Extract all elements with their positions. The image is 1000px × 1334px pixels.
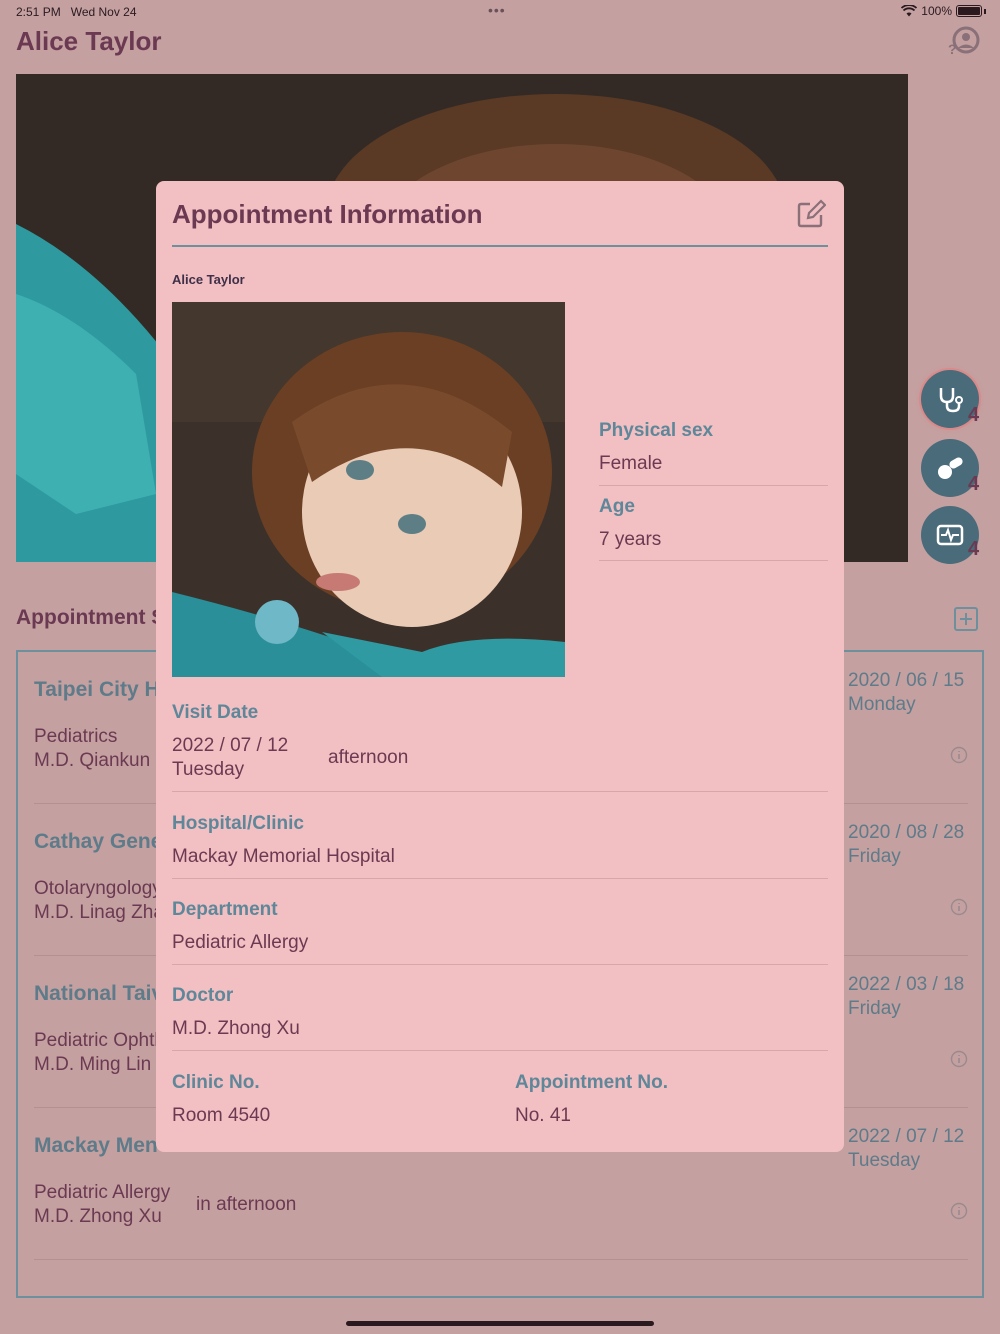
row-hospital: Mackay Men <box>34 1134 158 1157</box>
info-icon[interactable] <box>950 1202 968 1220</box>
info-icon[interactable] <box>950 746 968 764</box>
hospital-value: Mackay Memorial Hospital <box>172 846 395 867</box>
add-appointment-icon[interactable] <box>953 606 979 632</box>
row-weekday: Friday <box>848 846 901 867</box>
svg-text:?: ? <box>948 41 957 56</box>
edit-icon[interactable] <box>796 199 826 229</box>
row-hospital: Cathay Gene <box>34 830 163 853</box>
row-department: Pediatric Allergy <box>34 1182 171 1203</box>
patient-name: Alice Taylor <box>172 272 245 287</box>
battery-percent: 100% <box>921 4 952 18</box>
multitasking-dots[interactable]: ••• <box>488 2 506 18</box>
visit-date-value: 2022 / 07 / 12 <box>172 735 289 756</box>
heart-monitor-count: 4 <box>968 538 980 560</box>
pills-count: 4 <box>968 473 980 495</box>
visit-period-value: afternoon <box>328 747 409 768</box>
row-period: in afternoon <box>196 1194 297 1215</box>
visit-date-label: Visit Date <box>172 702 259 723</box>
home-indicator[interactable] <box>346 1321 654 1326</box>
row-doctor: M.D. Zhong Xu <box>34 1206 162 1227</box>
clinic-value: Room 4540 <box>172 1105 271 1126</box>
row-weekday: Monday <box>848 694 916 715</box>
wifi-icon <box>901 5 918 17</box>
profile-help-icon[interactable]: ? <box>946 26 982 56</box>
row-date: 2020 / 06 / 15 <box>848 670 965 691</box>
status-right: 100% <box>901 4 986 18</box>
row-weekday: Friday <box>848 998 901 1019</box>
hospital-label: Hospital/Clinic <box>172 813 304 834</box>
heart-monitor-icon <box>936 524 964 546</box>
row-weekday: Tuesday <box>848 1150 921 1171</box>
info-icon[interactable] <box>950 1050 968 1068</box>
row-date: 2022 / 03 / 18 <box>848 974 965 995</box>
battery-icon <box>956 5 982 17</box>
department-value: Pediatric Allergy <box>172 932 309 953</box>
row-department: Otolaryngology <box>34 878 162 899</box>
status-time: 2:51 PM Wed Nov 24 <box>16 5 137 19</box>
modal-divider <box>172 245 828 247</box>
row-doctor: M.D. Linag Zha <box>34 902 164 923</box>
stethoscope-count: 4 <box>968 404 980 426</box>
row-date: 2020 / 08 / 28 <box>848 822 965 843</box>
page-title: Alice Taylor <box>16 26 162 56</box>
doctor-label: Doctor <box>172 985 234 1006</box>
appointment-no-label: Appointment No. <box>515 1072 669 1093</box>
modal-title: Appointment Information <box>172 199 483 229</box>
clinic-label: Clinic No. <box>172 1072 260 1093</box>
row-hospital: Taipei City H <box>34 678 160 701</box>
appointments-header: Appointment S <box>16 606 166 629</box>
row-doctor: M.D. Qiankun L <box>34 750 166 771</box>
appointment-info-modal: Appointment Information Alice Taylor Phy… <box>156 181 844 1152</box>
row-department: Pediatric Ophtl <box>34 1030 159 1051</box>
age-value: 7 years <box>599 529 662 550</box>
row-date: 2022 / 07 / 12 <box>848 1126 965 1147</box>
status-bar: 2:51 PM Wed Nov 24 ••• 100% <box>0 0 1000 24</box>
physical-sex-value: Female <box>599 453 663 474</box>
row-department: Pediatrics <box>34 726 118 747</box>
department-label: Department <box>172 899 278 920</box>
patient-photo <box>172 302 565 677</box>
visit-weekday-value: Tuesday <box>172 759 245 780</box>
pills-icon <box>938 457 963 479</box>
physical-sex-label: Physical sex <box>599 420 714 441</box>
age-label: Age <box>599 496 635 517</box>
doctor-value: M.D. Zhong Xu <box>172 1018 300 1039</box>
status-date: Wed Nov 24 <box>70 5 137 19</box>
row-doctor: M.D. Ming Lin <box>34 1054 152 1075</box>
row-hospital: National Taiv <box>34 982 164 1005</box>
stethoscope-icon <box>939 388 963 413</box>
info-icon[interactable] <box>950 898 968 916</box>
appointment-no-value: No. 41 <box>515 1105 571 1126</box>
